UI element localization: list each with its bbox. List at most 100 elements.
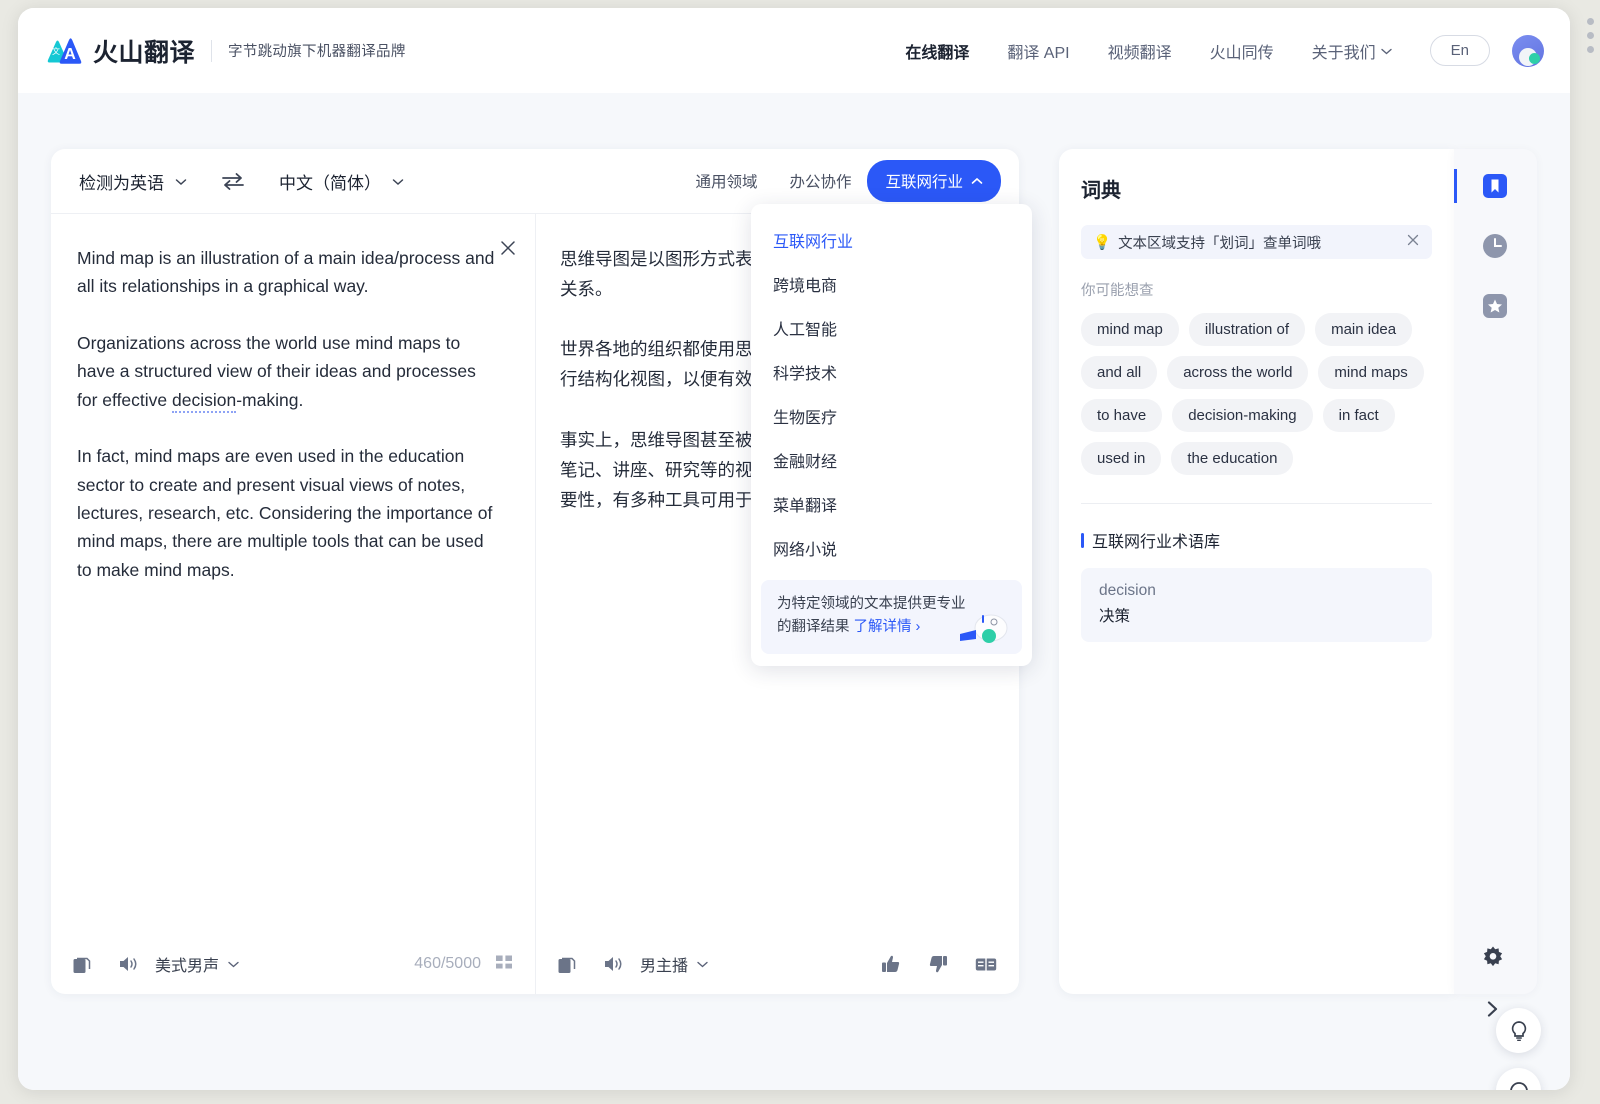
domain-tab-internet[interactable]: 互联网行业 — [867, 160, 1001, 202]
glossary-term: decision — [1099, 582, 1414, 600]
dropdown-item-web-novel[interactable]: 网络小说 — [751, 526, 1032, 570]
speaker-icon — [118, 954, 140, 974]
source-term-highlight[interactable]: decision — [172, 390, 236, 413]
swap-languages-button[interactable] — [221, 172, 245, 190]
glossary-accent-bar — [1081, 533, 1084, 548]
suggestion-chip[interactable]: across the world — [1167, 356, 1308, 389]
suggestion-chip[interactable]: and all — [1081, 356, 1157, 389]
dropdown-item-internet[interactable]: 互联网行业 — [751, 218, 1032, 262]
right-rail — [1454, 149, 1537, 994]
rail-button-dictionary[interactable] — [1478, 169, 1512, 203]
nav-item-video-translate[interactable]: 视频翻译 — [1108, 39, 1172, 63]
favorites-star-icon — [1480, 291, 1510, 321]
nav-item-online-translate[interactable]: 在线翻译 — [905, 39, 969, 63]
compare-view-button[interactable] — [975, 956, 997, 973]
dropdown-item-biomedical[interactable]: 生物医疗 — [751, 394, 1032, 438]
character-counter: 460/5000 — [414, 955, 481, 973]
suggestion-chip[interactable]: mind map — [1081, 313, 1179, 346]
volcano-translate-logo-icon: A 文 — [45, 34, 83, 68]
dictionary-tip-close-button[interactable] — [1406, 233, 1420, 251]
thumbs-down-button[interactable] — [928, 954, 948, 974]
suggestion-chip[interactable]: mind maps — [1318, 356, 1423, 389]
main-nav: 在线翻译 翻译 API 视频翻译 火山同传 关于我们 En — [905, 35, 1544, 67]
thumbs-down-icon — [928, 954, 948, 974]
chevron-up-icon — [971, 172, 983, 190]
source-language-selector[interactable]: 检测为英语 — [79, 169, 187, 194]
dictionary-divider — [1081, 503, 1432, 504]
headset-support-icon — [1507, 1079, 1531, 1091]
suggestion-chip[interactable]: the education — [1171, 442, 1293, 475]
suggestion-chip[interactable]: to have — [1081, 399, 1162, 432]
browser-window: A 文 火山翻译 字节跳动旗下机器翻译品牌 在线翻译 翻译 API 视频翻译 火… — [18, 8, 1570, 1090]
source-text-tail: -making. In fact, mind maps are even use… — [77, 390, 497, 580]
dropdown-item-menu-translation[interactable]: 菜单翻译 — [751, 482, 1032, 526]
speaker-icon — [603, 954, 625, 974]
source-voice-selector[interactable]: 美式男声 — [155, 952, 239, 976]
expand-icon — [495, 953, 513, 971]
thumbs-up-button[interactable] — [881, 954, 901, 974]
dictionary-panel: 词典 💡 文本区域支持「划词」查单词哦 你可能想查 mind map illus… — [1059, 149, 1454, 994]
domain-tab-general[interactable]: 通用领域 — [679, 161, 773, 201]
glossary-entry[interactable]: decision 决策 — [1081, 568, 1432, 642]
page-root: A 文 火山翻译 字节跳动旗下机器翻译品牌 在线翻译 翻译 API 视频翻译 火… — [18, 8, 1570, 1090]
close-icon — [1406, 233, 1420, 247]
nav-item-translate-api[interactable]: 翻译 API — [1007, 39, 1069, 63]
swap-arrows-icon — [221, 172, 245, 190]
source-footer: 美式男声 460/5000 — [51, 934, 535, 994]
float-tips-button[interactable] — [1496, 1008, 1541, 1053]
domain-tab-office[interactable]: 办公协作 — [773, 161, 867, 201]
float-support-button[interactable] — [1496, 1068, 1541, 1090]
source-pane: Mind map is an illustration of a main id… — [51, 214, 536, 994]
window-scroll-dots[interactable] — [1587, 18, 1594, 53]
brand-block[interactable]: A 文 火山翻译 字节跳动旗下机器翻译品牌 — [45, 33, 406, 69]
suggestion-chip[interactable]: decision-making — [1172, 399, 1312, 432]
suggestion-chip[interactable]: used in — [1081, 442, 1161, 475]
copy-source-button[interactable] — [73, 955, 91, 974]
rail-button-history[interactable] — [1478, 229, 1512, 263]
language-switch-button[interactable]: En — [1430, 35, 1490, 66]
chevron-right-icon — [1484, 999, 1502, 1019]
domain-tabs: 通用领域 办公协作 互联网行业 — [679, 160, 1001, 202]
mouse-illustration-icon — [956, 610, 1010, 644]
translator-card: 检测为英语 中文（简体） — [51, 149, 1019, 994]
nav-item-simultaneous[interactable]: 火山同传 — [1210, 39, 1274, 63]
brand-name: 火山翻译 — [93, 33, 195, 69]
brand-tagline: 字节跳动旗下机器翻译品牌 — [228, 40, 406, 61]
desktop-backdrop: A 文 火山翻译 字节跳动旗下机器翻译品牌 在线翻译 翻译 API 视频翻译 火… — [0, 0, 1600, 1104]
target-language-selector[interactable]: 中文（简体） — [279, 169, 404, 194]
nav-item-about-us[interactable]: 关于我们 — [1312, 39, 1392, 63]
chevron-down-icon — [392, 171, 404, 191]
avatar[interactable] — [1512, 35, 1544, 67]
lightbulb-icon: 💡 — [1093, 234, 1111, 251]
suggestion-chip[interactable]: illustration of — [1189, 313, 1305, 346]
main-content: 检测为英语 中文（简体） — [18, 93, 1570, 1090]
chevron-down-icon — [228, 955, 239, 973]
dropdown-item-cross-border-ecommerce[interactable]: 跨境电商 — [751, 262, 1032, 306]
dropdown-item-ai[interactable]: 人工智能 — [751, 306, 1032, 350]
copy-icon — [558, 955, 576, 974]
dictionary-tip-banner: 💡 文本区域支持「划词」查单词哦 — [1081, 225, 1432, 259]
source-textarea[interactable]: Mind map is an illustration of a main id… — [77, 244, 501, 584]
rail-button-favorites[interactable] — [1478, 289, 1512, 323]
target-voice-selector[interactable]: 男主播 — [640, 952, 708, 976]
dropdown-item-science-tech[interactable]: 科学技术 — [751, 350, 1032, 394]
clear-source-button[interactable] — [499, 239, 521, 261]
thumbs-up-icon — [881, 954, 901, 974]
speak-target-button[interactable] — [603, 954, 625, 974]
rail-settings-button[interactable] — [1480, 944, 1506, 975]
speak-source-button[interactable] — [118, 954, 140, 974]
dropdown-item-finance[interactable]: 金融财经 — [751, 438, 1032, 482]
expand-source-button[interactable] — [495, 953, 513, 976]
dictionary-tip-text: 文本区域支持「划词」查单词哦 — [1118, 232, 1321, 253]
chevron-down-icon — [175, 171, 187, 191]
svg-text:文: 文 — [52, 46, 60, 56]
copy-target-button[interactable] — [558, 955, 576, 974]
brand-divider — [211, 40, 212, 62]
promo-learn-more-link[interactable]: 了解详情 › — [854, 619, 921, 635]
suggestion-chip[interactable]: in fact — [1323, 399, 1395, 432]
suggestion-chip[interactable]: main idea — [1315, 313, 1412, 346]
lightbulb-icon — [1507, 1019, 1531, 1043]
site-header: A 文 火山翻译 字节跳动旗下机器翻译品牌 在线翻译 翻译 API 视频翻译 火… — [18, 8, 1570, 93]
dictionary-title: 词典 — [1081, 174, 1454, 203]
dictionary-book-icon — [1480, 171, 1510, 201]
